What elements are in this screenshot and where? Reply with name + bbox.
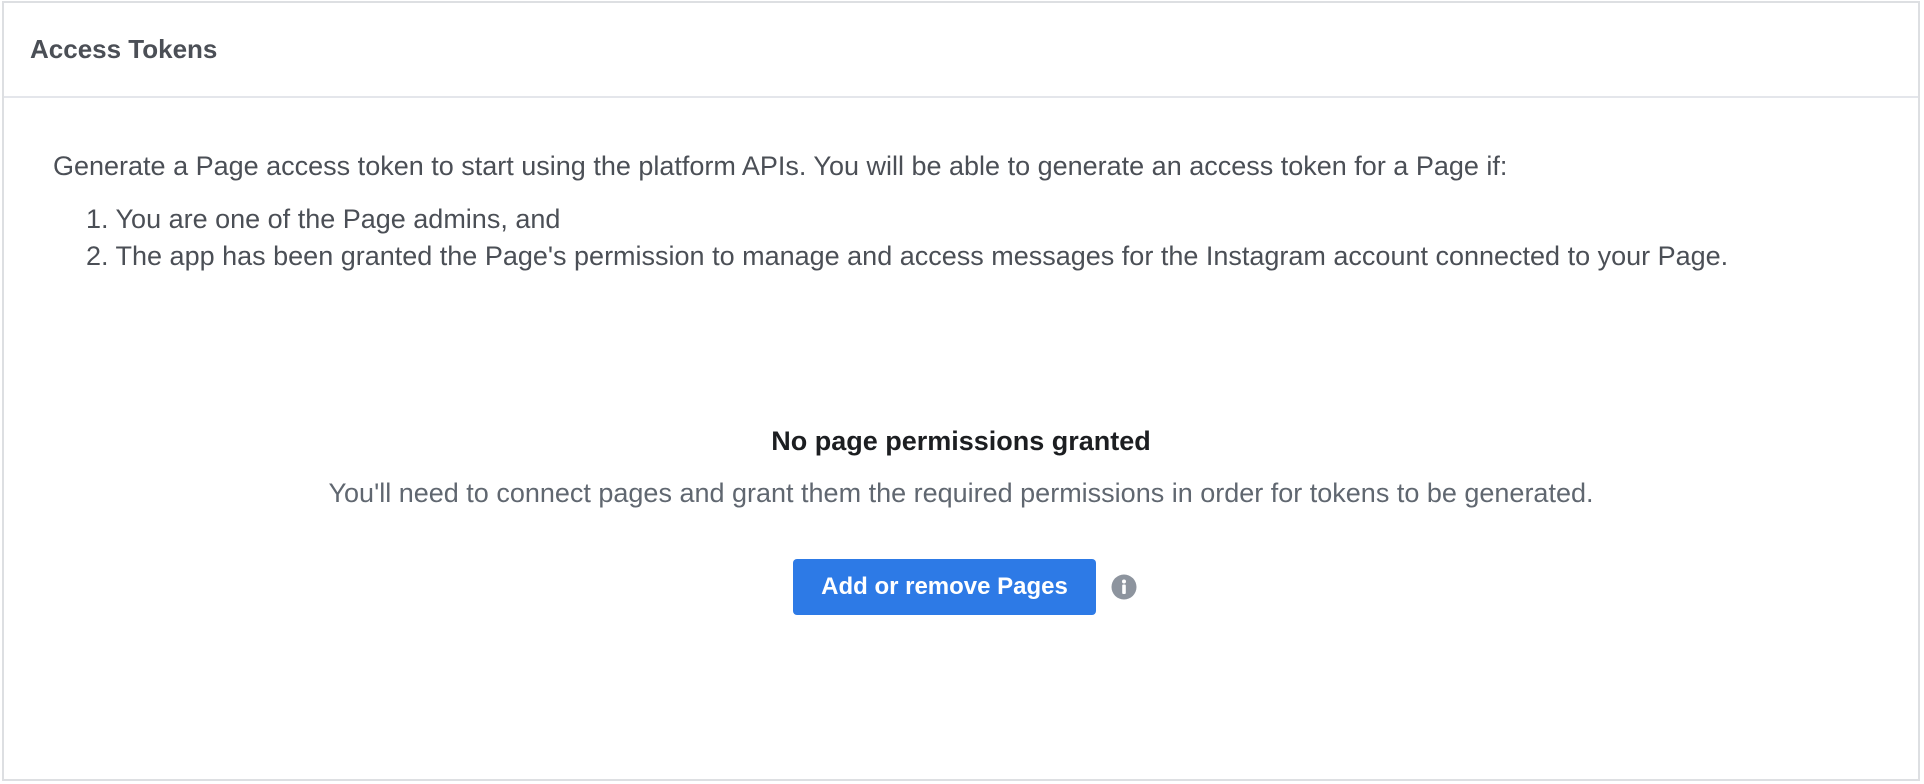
empty-state: No page permissions granted You'll need … (4, 423, 1918, 511)
intro-text: Generate a Page access token to start us… (53, 151, 1508, 181)
list-item: 1. You are one of the Page admins, and (86, 204, 561, 234)
empty-state-title: No page permissions granted (771, 426, 1151, 456)
requirements-list: 1. You are one of the Page admins, and 2… (86, 201, 1728, 275)
panel-title: Access Tokens (30, 34, 218, 64)
info-icon[interactable] (1111, 574, 1137, 600)
panel-header: Access Tokens (4, 3, 1918, 98)
add-or-remove-pages-button[interactable]: Add or remove Pages (793, 559, 1096, 615)
access-tokens-panel: Access Tokens Generate a Page access tok… (2, 1, 1920, 781)
list-item: 2. The app has been granted the Page's p… (86, 241, 1729, 271)
action-row: Add or remove Pages (793, 559, 1137, 615)
empty-state-description: You'll need to connect pages and grant t… (328, 478, 1594, 508)
